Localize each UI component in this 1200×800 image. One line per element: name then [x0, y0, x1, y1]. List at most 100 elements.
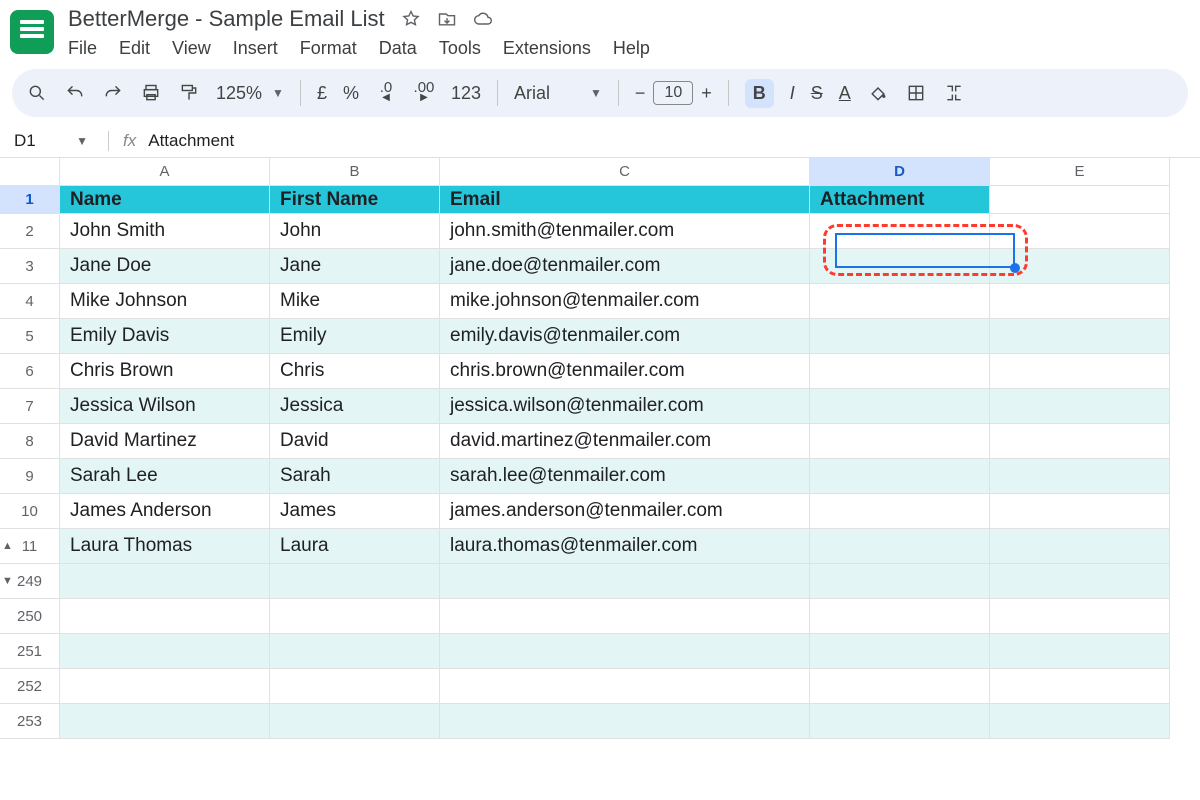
- paint-format-icon[interactable]: [178, 82, 200, 104]
- cell[interactable]: [440, 669, 810, 704]
- cell[interactable]: Emily Davis: [60, 319, 270, 354]
- row-header-6[interactable]: 6: [0, 354, 60, 389]
- font-select[interactable]: Arial ▼: [514, 83, 602, 104]
- cell[interactable]: mike.johnson@tenmailer.com: [440, 284, 810, 319]
- cell[interactable]: Emily: [270, 319, 440, 354]
- cell[interactable]: [990, 634, 1170, 669]
- cell[interactable]: [440, 634, 810, 669]
- cell[interactable]: [810, 494, 990, 529]
- cell[interactable]: [990, 564, 1170, 599]
- row-header-7[interactable]: 7: [0, 389, 60, 424]
- cell[interactable]: [810, 214, 990, 249]
- sheets-logo[interactable]: [10, 10, 54, 54]
- column-header-A[interactable]: A: [60, 158, 270, 186]
- cell[interactable]: [810, 634, 990, 669]
- row-header-250[interactable]: 250: [0, 599, 60, 634]
- cell[interactable]: [440, 704, 810, 739]
- name-box[interactable]: D1 ▼: [14, 131, 94, 151]
- cell[interactable]: [270, 564, 440, 599]
- cell[interactable]: john.smith@tenmailer.com: [440, 214, 810, 249]
- row-header-252[interactable]: 252: [0, 669, 60, 704]
- menu-help[interactable]: Help: [613, 38, 650, 59]
- italic-button[interactable]: I: [790, 83, 795, 104]
- column-header-B[interactable]: B: [270, 158, 440, 186]
- number-format-button[interactable]: 123: [451, 83, 481, 104]
- cell[interactable]: [990, 354, 1170, 389]
- cell[interactable]: [990, 424, 1170, 459]
- search-icon[interactable]: [26, 82, 48, 104]
- cell[interactable]: Mike Johnson: [60, 284, 270, 319]
- row-header-3[interactable]: 3: [0, 249, 60, 284]
- fill-color-icon[interactable]: [867, 82, 889, 104]
- cell[interactable]: chris.brown@tenmailer.com: [440, 354, 810, 389]
- cell[interactable]: [810, 249, 990, 284]
- cell[interactable]: [810, 599, 990, 634]
- cell[interactable]: [810, 459, 990, 494]
- cell[interactable]: Jane Doe: [60, 249, 270, 284]
- formula-bar[interactable]: Attachment: [148, 131, 234, 151]
- cell[interactable]: David Martinez: [60, 424, 270, 459]
- cell[interactable]: jane.doe@tenmailer.com: [440, 249, 810, 284]
- cell[interactable]: [990, 599, 1170, 634]
- bold-button[interactable]: B: [745, 79, 774, 108]
- cell[interactable]: David: [270, 424, 440, 459]
- cell[interactable]: John: [270, 214, 440, 249]
- cell[interactable]: [270, 634, 440, 669]
- cell[interactable]: [810, 704, 990, 739]
- cell[interactable]: [810, 669, 990, 704]
- star-icon[interactable]: [401, 9, 421, 29]
- cell[interactable]: jessica.wilson@tenmailer.com: [440, 389, 810, 424]
- cell[interactable]: laura.thomas@tenmailer.com: [440, 529, 810, 564]
- borders-icon[interactable]: [905, 82, 927, 104]
- cell[interactable]: Jessica: [270, 389, 440, 424]
- increase-decimal-icon[interactable]: .00▶: [413, 82, 435, 104]
- cell[interactable]: [810, 529, 990, 564]
- menu-insert[interactable]: Insert: [233, 38, 278, 59]
- cell[interactable]: [810, 354, 990, 389]
- print-icon[interactable]: [140, 82, 162, 104]
- row-header-249[interactable]: 249▼: [0, 564, 60, 599]
- menu-extensions[interactable]: Extensions: [503, 38, 591, 59]
- cell[interactable]: Chris Brown: [60, 354, 270, 389]
- fontsize-input[interactable]: 10: [653, 81, 693, 105]
- cell[interactable]: [990, 669, 1170, 704]
- decrease-decimal-icon[interactable]: .0◀: [375, 82, 397, 104]
- row-header-2[interactable]: 2: [0, 214, 60, 249]
- cell[interactable]: John Smith: [60, 214, 270, 249]
- cell[interactable]: [810, 424, 990, 459]
- cell[interactable]: [990, 319, 1170, 354]
- cell[interactable]: James: [270, 494, 440, 529]
- cell[interactable]: Jessica Wilson: [60, 389, 270, 424]
- column-header-E[interactable]: E: [990, 158, 1170, 186]
- cell[interactable]: [440, 564, 810, 599]
- strikethrough-button[interactable]: S: [811, 83, 823, 104]
- cell[interactable]: [990, 459, 1170, 494]
- percent-format-button[interactable]: %: [343, 83, 359, 104]
- fontsize-increase-button[interactable]: +: [701, 83, 712, 104]
- cell[interactable]: Mike: [270, 284, 440, 319]
- cell[interactable]: [60, 599, 270, 634]
- move-icon[interactable]: [437, 9, 457, 29]
- row-header-9[interactable]: 9: [0, 459, 60, 494]
- cell[interactable]: [810, 284, 990, 319]
- cell[interactable]: Jane: [270, 249, 440, 284]
- row-header-4[interactable]: 4: [0, 284, 60, 319]
- cell[interactable]: emily.davis@tenmailer.com: [440, 319, 810, 354]
- menu-view[interactable]: View: [172, 38, 211, 59]
- doc-title[interactable]: BetterMerge - Sample Email List: [68, 6, 385, 32]
- row-header-10[interactable]: 10: [0, 494, 60, 529]
- cell[interactable]: [270, 704, 440, 739]
- zoom-select[interactable]: 125% ▼: [216, 83, 284, 104]
- currency-format-button[interactable]: £: [317, 83, 327, 104]
- row-header-11[interactable]: 11▲: [0, 529, 60, 564]
- header-cell[interactable]: Name: [60, 186, 270, 214]
- menu-format[interactable]: Format: [300, 38, 357, 59]
- cell[interactable]: Laura: [270, 529, 440, 564]
- cell[interactable]: Sarah: [270, 459, 440, 494]
- select-all-corner[interactable]: [0, 158, 60, 186]
- text-color-button[interactable]: A: [839, 83, 851, 104]
- cell[interactable]: david.martinez@tenmailer.com: [440, 424, 810, 459]
- column-header-D[interactable]: D: [810, 158, 990, 186]
- menu-file[interactable]: File: [68, 38, 97, 59]
- selection-handle[interactable]: [1010, 263, 1020, 273]
